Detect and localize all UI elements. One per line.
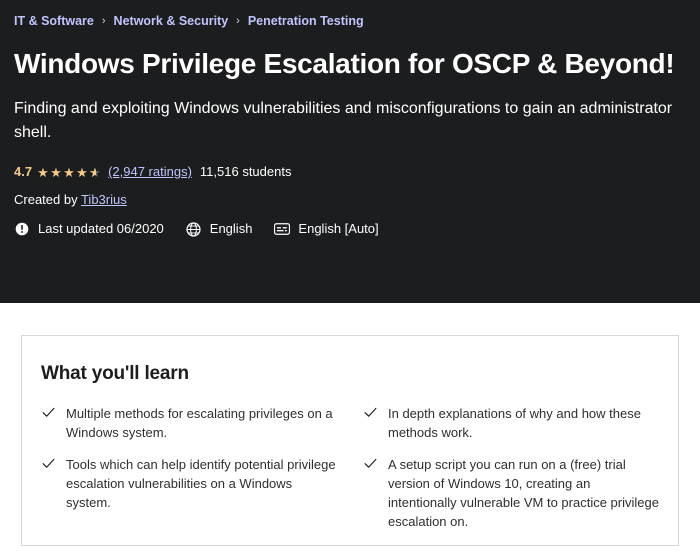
breadcrumb-item-network-security[interactable]: Network & Security	[114, 13, 229, 29]
info-circle-icon	[14, 221, 30, 237]
rating-row: 4.7 ★ ★ ★ ★ ★ (2,947 ratings) 11,516 stu…	[14, 163, 686, 181]
list-item-label: In depth explanations of why and how the…	[388, 406, 641, 440]
list-item-label: Multiple methods for escalating privileg…	[66, 406, 333, 440]
list-item: A setup script you can run on a (free) t…	[363, 455, 659, 531]
ratings-count-link[interactable]: (2,947 ratings)	[108, 163, 192, 181]
author-link[interactable]: Tib3rius	[81, 192, 127, 207]
closed-caption-icon	[274, 221, 291, 237]
students-count: 11,516 students	[199, 164, 292, 179]
list-item: Tools which can help identify potential …	[41, 455, 337, 512]
star-rating: ★ ★ ★ ★ ★	[37, 166, 102, 179]
what-you-will-learn-card: What you'll learn Multiple methods for e…	[21, 335, 679, 546]
learn-column-left: Multiple methods for escalating privileg…	[41, 404, 337, 531]
star-icon: ★	[50, 164, 63, 180]
meta-captions: English [Auto]	[274, 220, 379, 238]
breadcrumb-item-it-software[interactable]: IT & Software	[14, 13, 94, 29]
check-icon	[363, 404, 377, 422]
created-by-row: Created by Tib3rius	[14, 191, 686, 209]
learn-objectives-grid: Multiple methods for escalating privileg…	[41, 404, 659, 531]
learn-column-right: In depth explanations of why and how the…	[363, 404, 659, 531]
star-icon: ★	[37, 164, 50, 180]
meta-last-updated: Last updated 06/2020	[14, 220, 164, 238]
breadcrumb-item-penetration-testing[interactable]: Penetration Testing	[248, 13, 364, 29]
list-item: In depth explanations of why and how the…	[363, 404, 659, 442]
rating-value: 4.7	[14, 164, 33, 179]
course-hero-header: IT & Software › Network & Security › Pen…	[0, 0, 700, 303]
meta-captions-label: English [Auto]	[298, 221, 379, 236]
breadcrumb: IT & Software › Network & Security › Pen…	[14, 13, 686, 29]
breadcrumb-separator-icon: ›	[236, 15, 240, 27]
course-subtitle: Finding and exploiting Windows vulnerabi…	[14, 100, 673, 141]
meta-language-label: English	[209, 221, 253, 236]
globe-icon	[186, 221, 202, 237]
check-icon	[363, 455, 377, 473]
meta-last-updated-label: Last updated 06/2020	[38, 221, 164, 236]
created-by-label: Created by	[14, 192, 81, 207]
page-body: What you'll learn Multiple methods for e…	[0, 303, 700, 557]
star-icon: ★	[76, 164, 89, 180]
breadcrumb-separator-icon: ›	[101, 15, 106, 27]
page-title: Windows Privilege Escalation for OSCP & …	[14, 48, 675, 79]
half-star-icon: ★	[89, 166, 102, 179]
list-item: Multiple methods for escalating privileg…	[41, 404, 337, 442]
meta-language: English	[186, 220, 253, 238]
check-icon	[41, 455, 55, 473]
list-item-label: Tools which can help identify potential …	[66, 457, 336, 510]
star-icon: ★	[63, 164, 76, 180]
check-icon	[41, 404, 55, 422]
list-item-label: A setup script you can run on a (free) t…	[388, 457, 659, 529]
what-you-will-learn-title: What you'll learn	[41, 363, 189, 384]
course-meta-row: Last updated 06/2020 English English [Au…	[14, 220, 686, 238]
